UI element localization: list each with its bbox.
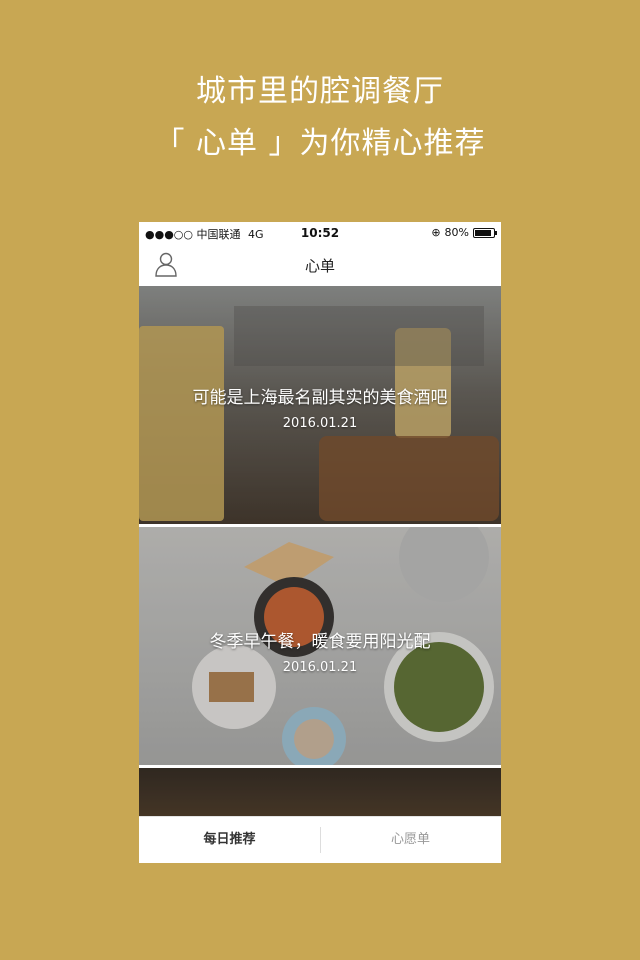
feed-card[interactable]: 可能是上海最名副其实的美食酒吧 2016.01.21 bbox=[139, 286, 501, 524]
card-caption: 冬季早午餐，暖食要用阳光配 2016.01.21 bbox=[139, 631, 501, 677]
tab-daily[interactable]: 每日推荐 bbox=[139, 817, 320, 863]
nav-title: 心单 bbox=[304, 257, 335, 275]
status-right: ⊕ 80% bbox=[431, 226, 497, 239]
nav-bar: 心单 bbox=[139, 244, 501, 287]
battery-icon bbox=[473, 227, 497, 238]
card-caption: 可能是上海最名副其实的美食酒吧 2016.01.21 bbox=[139, 387, 501, 433]
promo-line-2: 「 心单 」为你精心推荐 bbox=[154, 126, 486, 161]
status-bar: ●●●○○ 中国联通 4G 10:52 ⊕ 80% bbox=[139, 222, 501, 244]
feed-list[interactable]: 可能是上海最名副其实的美食酒吧 2016.01.21 冬季早午餐，暖食要用阳光配 bbox=[139, 286, 501, 816]
phone-screen: ●●●○○ 中国联通 4G 10:52 ⊕ 80% 心单 可能是上海最名副其实的… bbox=[139, 222, 501, 863]
rotation-lock-icon: ⊕ bbox=[431, 226, 441, 239]
card-date: 2016.01.21 bbox=[282, 416, 358, 431]
promo-line-1: 城市里的腔调餐厅 bbox=[196, 74, 444, 109]
card-title: 可能是上海最名副其实的美食酒吧 bbox=[192, 388, 448, 408]
feed-card[interactable] bbox=[139, 768, 501, 816]
feed-card[interactable]: 冬季早午餐，暖食要用阳光配 2016.01.21 bbox=[139, 527, 501, 765]
promo-headline: 城市里的腔调餐厅 「 心单 」为你精心推荐 bbox=[0, 66, 640, 170]
tab-bar: 每日推荐 心愿单 bbox=[139, 816, 501, 863]
tab-wishlist[interactable]: 心愿单 bbox=[320, 817, 501, 863]
battery-percent: 80% bbox=[444, 226, 469, 239]
card-date: 2016.01.21 bbox=[282, 660, 358, 675]
card-title: 冬季早午餐，暖食要用阳光配 bbox=[209, 632, 431, 652]
